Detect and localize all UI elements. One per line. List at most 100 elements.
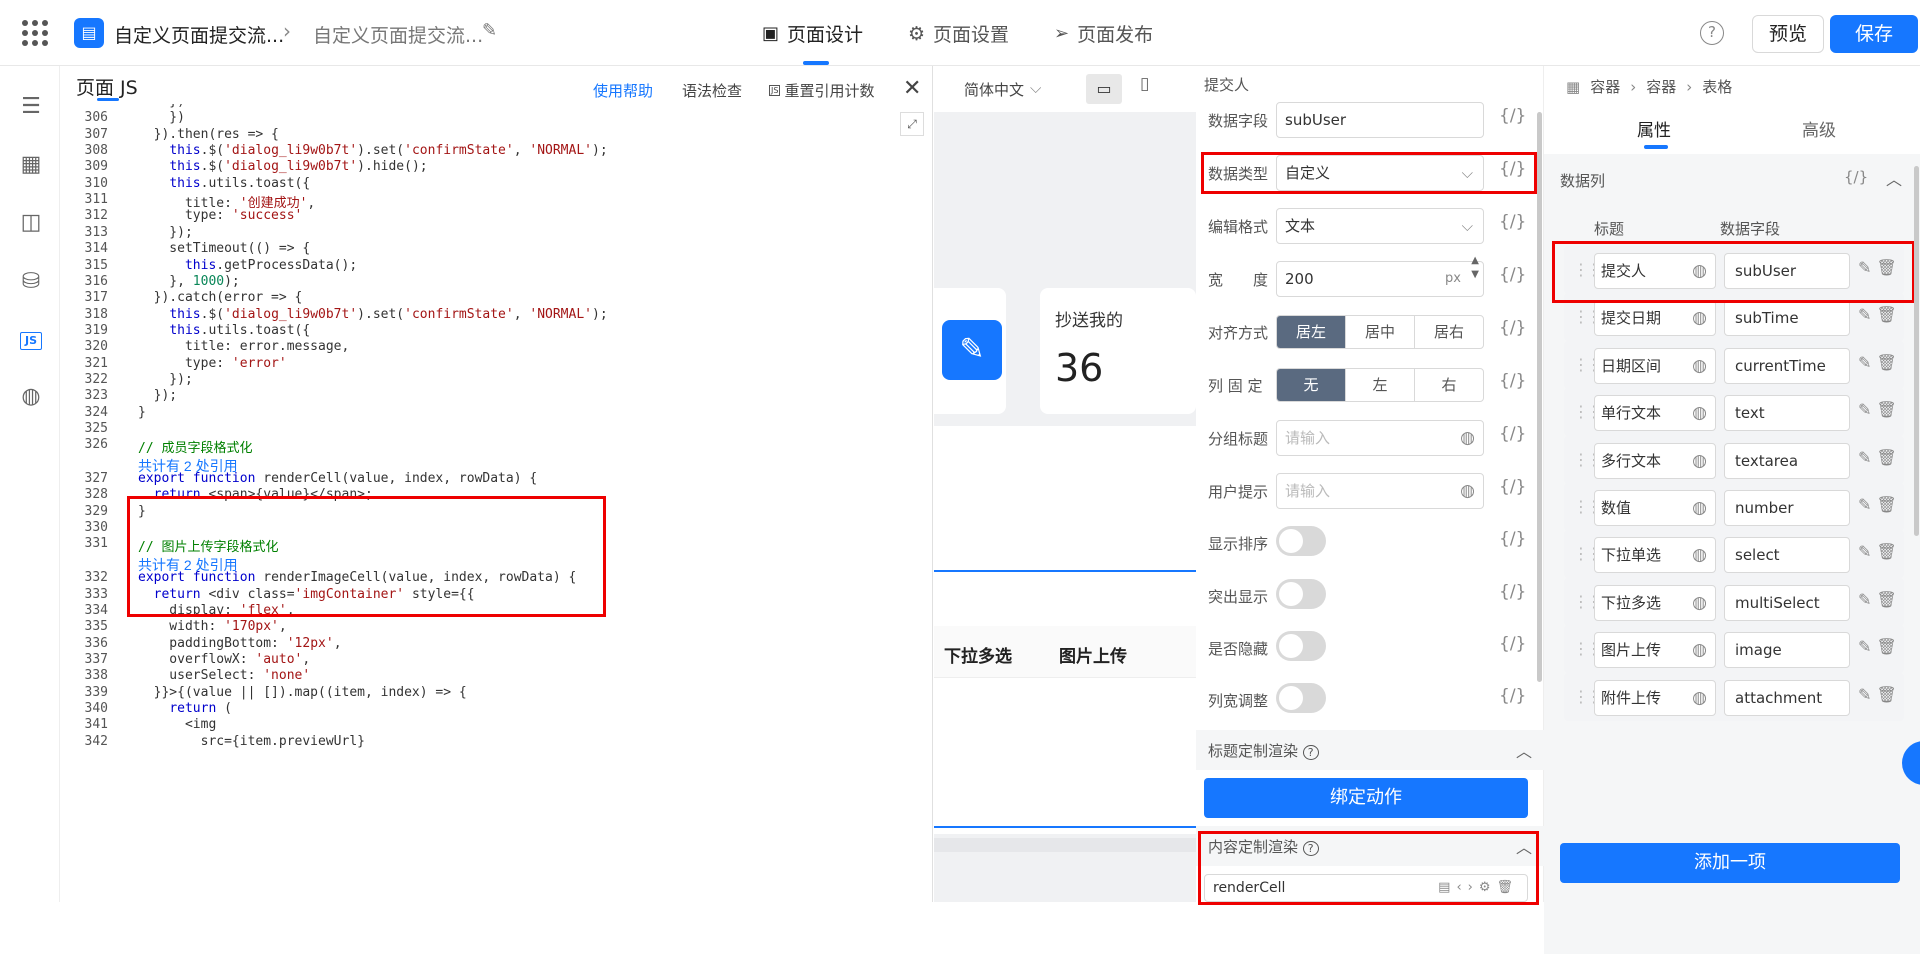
data-column-row[interactable]: ⋮⋮ 数值 ◍ number ✎ 🗑	[1564, 483, 1904, 531]
stat-card-cc[interactable]: 抄送我的 36	[1040, 288, 1196, 414]
edit-icon[interactable]: ✎	[1858, 400, 1871, 419]
preview-button[interactable]: 预览	[1752, 15, 1824, 53]
column-field-input[interactable]: currentTime	[1724, 347, 1850, 384]
save-button[interactable]: 保存	[1830, 15, 1918, 53]
globe-icon[interactable]: ◍	[1692, 681, 1707, 715]
align-segment[interactable]: 居左 居中 居右	[1276, 315, 1484, 349]
trash-icon[interactable]: 🗑	[1877, 637, 1897, 656]
data-column-row[interactable]: ⋮⋮ 下拉多选 ◍ multiSelect ✎ 🗑	[1564, 577, 1904, 626]
tab-page-publish[interactable]: ➢ 页面发布	[1054, 20, 1153, 47]
fixed-left-option[interactable]: 左	[1346, 369, 1415, 401]
trash-icon[interactable]: 🗑	[1877, 590, 1897, 609]
code-binding-icon[interactable]: {/}	[1499, 106, 1526, 126]
edit-icon[interactable]: ✎	[1858, 685, 1871, 704]
add-item-button[interactable]: 添加一项	[1560, 843, 1900, 883]
edit-icon[interactable]: ✎	[1858, 448, 1871, 467]
trash-icon[interactable]: 🗑	[1877, 495, 1897, 514]
chevron-up-icon[interactable]: ︿	[1886, 166, 1902, 190]
code-binding-icon[interactable]: {/}	[1499, 318, 1526, 338]
edit-icon[interactable]: ✎	[1858, 637, 1871, 656]
code-binding-icon[interactable]: {/}	[1499, 582, 1526, 602]
language-select[interactable]: 简体中文 ⌵	[964, 79, 1041, 100]
globe-icon[interactable]: ◍	[1692, 538, 1707, 572]
breadcrumb-item[interactable]: 容器	[1590, 76, 1620, 97]
trash-icon[interactable]: 🗑	[1877, 542, 1897, 561]
layout-panel-icon[interactable]: ◫	[18, 210, 44, 236]
fixed-right-option[interactable]: 右	[1415, 369, 1483, 401]
breadcrumb-item[interactable]: 表格	[1702, 76, 1732, 97]
lint-link[interactable]: 语法检查	[682, 80, 742, 101]
outline-icon[interactable]: ☰	[18, 94, 44, 120]
title-render-section[interactable]: 标题定制渲染 ? ︿	[1196, 730, 1544, 770]
edit-icon[interactable]: ✎	[1858, 353, 1871, 372]
data-column-row[interactable]: ⋮⋮ 下拉单选 ◍ select ✎ 🗑	[1564, 530, 1904, 579]
globe-icon[interactable]: ◍	[1692, 633, 1707, 667]
width-input[interactable]: 200 px ▲ ▼	[1276, 255, 1484, 297]
column-field-input[interactable]: text	[1724, 395, 1850, 432]
code-binding-icon[interactable]: {/}	[1844, 168, 1868, 186]
globe-icon[interactable]: ◍	[1460, 474, 1475, 508]
align-right-option[interactable]: 居右	[1415, 316, 1483, 348]
fixed-none-option[interactable]: 无	[1277, 369, 1346, 401]
edit-icon[interactable]: ✎	[1858, 305, 1871, 324]
data-column-row[interactable]: ⋮⋮ 图片上传 ◍ image ✎ 🗑	[1564, 625, 1904, 674]
column-title-input[interactable]: 单行文本 ◍	[1594, 395, 1716, 432]
globe-icon[interactable]: ◍	[1692, 396, 1707, 430]
column-title-input[interactable]: 下拉多选 ◍	[1594, 584, 1716, 621]
code-binding-icon[interactable]: {/}	[1499, 477, 1526, 497]
desktop-icon[interactable]: ▭	[1086, 74, 1122, 104]
column-field-input[interactable]: subTime	[1724, 300, 1850, 337]
resize-toggle[interactable]	[1276, 683, 1326, 713]
props-scrollbar[interactable]	[1537, 112, 1542, 682]
datasource-icon[interactable]: ⛁	[18, 269, 44, 295]
expand-icon[interactable]: ⤢	[900, 112, 924, 136]
trash-icon[interactable]: 🗑	[1877, 353, 1897, 372]
stepper-icon[interactable]: ▲ ▼	[1471, 254, 1479, 282]
mobile-icon[interactable]: ▯	[1140, 74, 1149, 94]
code-binding-icon[interactable]: {/}	[1499, 686, 1526, 706]
align-center-option[interactable]: 居中	[1346, 316, 1415, 348]
data-column-row[interactable]: ⋮⋮ 日期区间 ◍ currentTime ✎ 🗑	[1564, 340, 1904, 389]
tab-advanced[interactable]: 高级	[1754, 116, 1884, 141]
edit-icon[interactable]: ✎	[1858, 542, 1871, 561]
user-tip-input[interactable]: 请输入 ◍	[1276, 473, 1484, 509]
trash-icon[interactable]: 🗑	[1877, 400, 1897, 419]
app-grid-icon[interactable]	[22, 20, 48, 46]
globe-icon[interactable]: ◍	[1692, 349, 1707, 383]
globe-icon[interactable]: ◍	[1460, 421, 1475, 455]
chevron-up-icon[interactable]: ︿	[1516, 738, 1532, 762]
column-field-input[interactable]: textarea	[1724, 442, 1850, 479]
column-field-input[interactable]: image	[1724, 632, 1850, 669]
code-binding-icon[interactable]: {/}	[1499, 634, 1526, 654]
data-column-row[interactable]: ⋮⋮ 多行文本 ◍ textarea ✎ 🗑	[1564, 435, 1904, 484]
code-binding-icon[interactable]: {/}	[1499, 212, 1526, 232]
group-title-input[interactable]: 请输入 ◍	[1276, 420, 1484, 456]
tab-page-settings[interactable]: ⚙ 页面设置	[908, 20, 1009, 47]
column-title-input[interactable]: 下拉单选 ◍	[1594, 537, 1716, 574]
code-binding-icon[interactable]: {/}	[1499, 529, 1526, 549]
globe-icon[interactable]: ◍	[1692, 491, 1707, 525]
trash-icon[interactable]: 🗑	[1877, 685, 1897, 704]
panel-scrollbar[interactable]	[1914, 166, 1919, 536]
bind-action-button[interactable]: 绑定动作	[1204, 778, 1528, 818]
column-field-input[interactable]: multiSelect	[1724, 584, 1850, 621]
column-field-input[interactable]: select	[1724, 537, 1850, 574]
help-icon[interactable]: ?	[1700, 21, 1724, 45]
code-binding-icon[interactable]: {/}	[1499, 371, 1526, 391]
hidden-toggle[interactable]	[1276, 631, 1326, 661]
trash-icon[interactable]: 🗑	[1877, 448, 1897, 467]
globe-icon[interactable]: ◍	[1692, 301, 1707, 335]
align-left-option[interactable]: 居左	[1277, 316, 1346, 348]
data-field-input[interactable]: subUser	[1276, 102, 1484, 138]
help-link[interactable]: 使用帮助	[593, 80, 653, 101]
breadcrumb-item[interactable]: 容器	[1646, 76, 1676, 97]
globe-icon[interactable]: ◍	[1692, 444, 1707, 478]
column-title-input[interactable]: 图片上传 ◍	[1594, 632, 1716, 669]
column-title-input[interactable]: 日期区间 ◍	[1594, 347, 1716, 384]
fixed-segment[interactable]: 无 左 右	[1276, 368, 1484, 402]
breadcrumb-app[interactable]: 自定义页面提交流...	[114, 21, 284, 48]
globe-icon[interactable]: ◍	[18, 384, 44, 410]
column-field-input[interactable]: attachment	[1724, 679, 1850, 716]
breadcrumb-page[interactable]: 自定义页面提交流...	[313, 21, 483, 48]
code-binding-icon[interactable]: {/}	[1499, 265, 1526, 285]
